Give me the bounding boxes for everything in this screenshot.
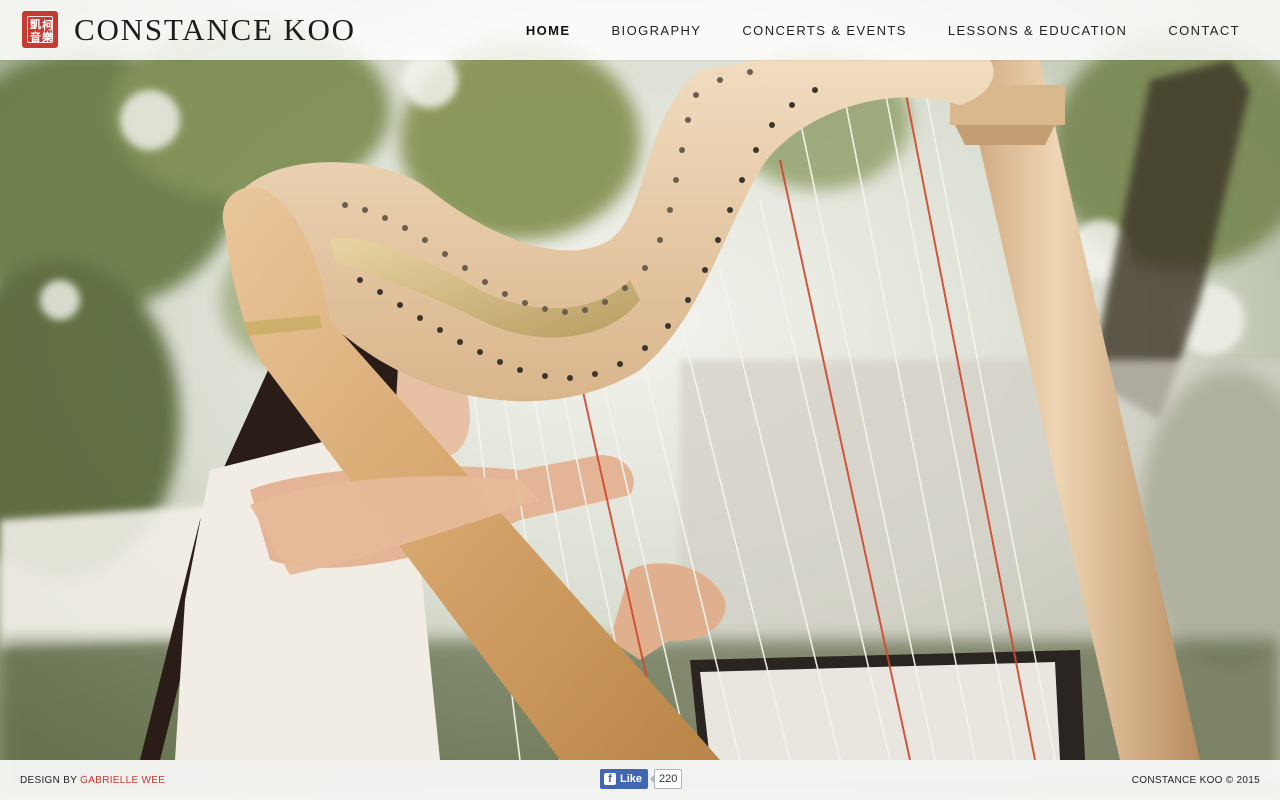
facebook-like-button[interactable]: f Like [600,769,649,789]
harp-player-illustration [0,0,1280,800]
site-title[interactable]: CONSTANCE KOO [74,12,356,48]
facebook-like-count: 220 [649,769,683,789]
facebook-like-widget: f Like 220 [600,769,683,789]
red-seal-logo-icon[interactable]: 凱 柯 音 樂 [22,11,58,48]
page: 凱 柯 音 樂 CONSTANCE KOO HOME BIOGRAPHY CON… [0,0,1280,800]
nav-contact[interactable]: CONTACT [1168,23,1240,38]
facebook-like-label: Like [620,773,643,785]
design-credit-prefix: DESIGN BY [20,774,78,786]
nav-home[interactable]: HOME [526,23,571,38]
site-header: 凱 柯 音 樂 CONSTANCE KOO HOME BIOGRAPHY CON… [0,0,1280,60]
nav-biography[interactable]: BIOGRAPHY [611,23,701,38]
main-nav: HOME BIOGRAPHY CONCERTS & EVENTS LESSONS… [485,0,1240,60]
facebook-f-icon: f [604,773,616,785]
site-footer: DESIGN BY GABRIELLE WEE f Like 220 CONST… [0,760,1280,800]
nav-concerts-events[interactable]: CONCERTS & EVENTS [742,23,906,38]
designer-link[interactable]: GABRIELLE WEE [80,775,165,786]
hero-photo [0,0,1280,800]
copyright-text: CONSTANCE KOO © 2015 [1131,774,1260,786]
design-credit: DESIGN BY GABRIELLE WEE [20,760,165,800]
nav-lessons-education[interactable]: LESSONS & EDUCATION [948,23,1128,38]
